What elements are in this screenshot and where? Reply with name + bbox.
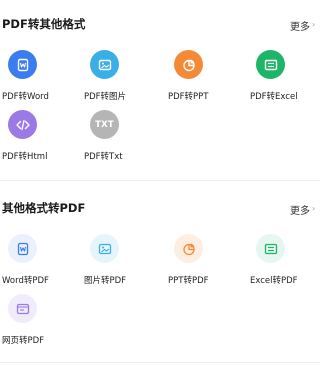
tool-image-to-pdf[interactable]: 图片转PDF (82, 234, 162, 290)
browser-icon (8, 294, 37, 323)
section-divider (0, 180, 320, 181)
tool-pdf-to-ppt[interactable]: PDF转PPT (166, 50, 246, 106)
more-button[interactable]: 更多 › (290, 18, 320, 33)
image-icon (90, 234, 119, 263)
tool-label: 网页转PDF (2, 336, 45, 346)
tool-ppt-to-pdf[interactable]: PPT转PDF (166, 234, 246, 290)
section-other-to-pdf: 其他格式转PDF 更多 › (0, 196, 320, 220)
code-icon (8, 110, 37, 139)
section-pdf-to-other: PDF转其他格式 更多 › (0, 12, 320, 36)
spreadsheet-icon (256, 50, 285, 79)
tool-label: 图片转PDF (84, 276, 127, 286)
section-header: 其他格式转PDF 更多 › (0, 196, 320, 220)
tool-pdf-to-word[interactable]: PDF转Word (0, 50, 80, 106)
tool-label: Word转PDF (2, 276, 49, 286)
tool-excel-to-pdf[interactable]: Excel转PDF (248, 234, 320, 290)
tool-pdf-to-image[interactable]: PDF转图片 (82, 50, 162, 106)
more-label: 更多 (290, 22, 310, 33)
tool-label: Excel转PDF (250, 276, 298, 286)
tool-pdf-to-excel[interactable]: PDF转Excel (248, 50, 320, 106)
more-button[interactable]: 更多 › (290, 202, 320, 217)
section-divider (0, 362, 320, 363)
tool-label: PDF转PPT (168, 92, 209, 102)
txt-icon: TXT (90, 110, 119, 139)
tool-label: PDF转Word (2, 92, 49, 102)
tool-pdf-to-html[interactable]: PDF转Html (0, 110, 80, 166)
section-title: PDF转其他格式 (2, 17, 86, 31)
chevron-right-icon: › (312, 20, 316, 29)
tool-label: PDF转Html (2, 152, 48, 162)
spreadsheet-icon (256, 234, 285, 263)
section-title: 其他格式转PDF (2, 201, 86, 215)
tool-pdf-to-txt[interactable]: TXT PDF转Txt (82, 110, 162, 166)
tool-label: PDF转Excel (250, 92, 298, 102)
tool-word-to-pdf[interactable]: Word转PDF (0, 234, 80, 290)
chevron-right-icon: › (312, 204, 316, 213)
more-label: 更多 (290, 206, 310, 217)
section-header: PDF转其他格式 更多 › (0, 12, 320, 36)
txt-glyph: TXT (95, 119, 114, 130)
image-icon (90, 50, 119, 79)
tool-label: PDF转Txt (84, 152, 123, 162)
tool-label: PDF转图片 (84, 92, 127, 102)
tool-webpage-to-pdf[interactable]: 网页转PDF (0, 294, 80, 350)
word-doc-icon (8, 50, 37, 79)
tool-label: PPT转PDF (168, 276, 209, 286)
word-doc-icon (8, 234, 37, 263)
pie-chart-icon (174, 234, 203, 263)
pie-chart-icon (174, 50, 203, 79)
